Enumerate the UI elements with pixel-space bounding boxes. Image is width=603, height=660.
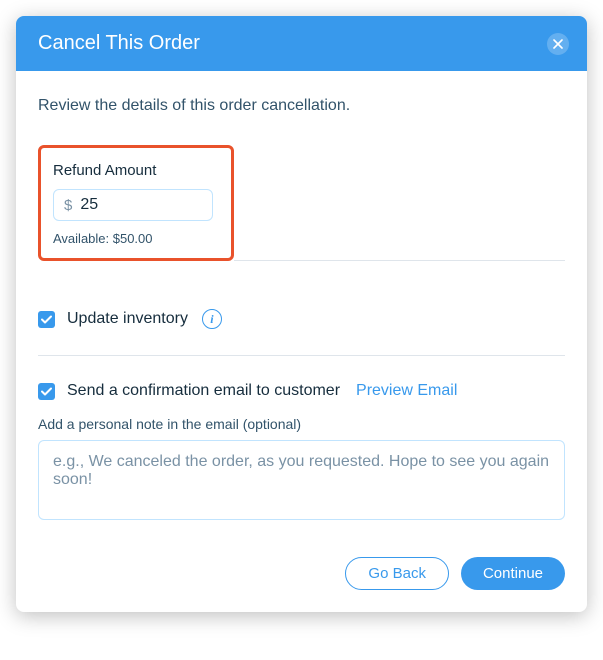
update-inventory-row: Update inventory i [38,309,565,329]
refund-amount-input[interactable] [80,196,202,214]
divider [234,260,565,261]
personal-note-textarea[interactable] [38,440,565,520]
personal-note-label: Add a personal note in the email (option… [38,416,565,432]
currency-symbol: $ [64,197,72,214]
close-button[interactable] [547,33,569,55]
update-inventory-checkbox[interactable] [38,311,55,328]
modal-body: Review the details of this order cancell… [16,71,587,612]
review-text: Review the details of this order cancell… [38,97,565,115]
continue-button[interactable]: Continue [461,557,565,590]
go-back-button[interactable]: Go Back [345,557,449,590]
info-icon[interactable]: i [202,309,222,329]
refund-amount-input-wrapper[interactable]: $ [53,189,213,221]
confirmation-email-row: Send a confirmation email to customer Pr… [38,382,565,400]
cancel-order-modal: Cancel This Order Review the details of … [16,16,587,612]
modal-title: Cancel This Order [38,32,200,55]
refund-highlight-box: Refund Amount $ Available: $50.00 [38,145,234,261]
modal-footer: Go Back Continue [38,557,565,590]
check-icon [41,315,52,324]
refund-amount-label: Refund Amount [53,162,217,179]
divider [38,355,565,356]
check-icon [41,387,52,396]
refund-row: Refund Amount $ Available: $50.00 [38,145,565,261]
confirmation-email-label: Send a confirmation email to customer [67,382,340,400]
confirmation-email-checkbox[interactable] [38,383,55,400]
close-icon [553,39,563,49]
preview-email-link[interactable]: Preview Email [356,382,457,400]
modal-header: Cancel This Order [16,16,587,71]
refund-available-text: Available: $50.00 [53,231,217,246]
update-inventory-label: Update inventory [67,310,188,328]
